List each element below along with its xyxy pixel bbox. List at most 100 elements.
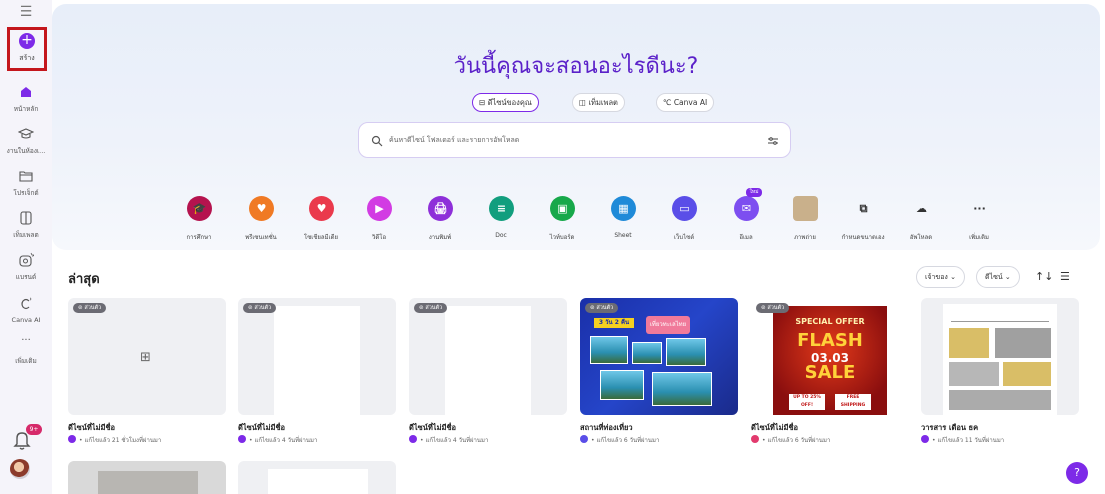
sidebar-item-templates[interactable]: เท็มเพลต xyxy=(0,210,52,250)
newsletter-header xyxy=(951,308,1049,322)
shortcut-glyph: ♥ xyxy=(316,202,327,215)
shortcut-glyph: ☁ xyxy=(916,202,927,215)
shortcut-item[interactable]: ▭ เว็บไซต์ xyxy=(654,196,714,246)
plus-icon[interactable]: + xyxy=(19,33,35,49)
design-thumbnail-partial[interactable] xyxy=(238,461,396,494)
shortcut-item[interactable]: ☁ อัพโหลด xyxy=(891,196,951,246)
shortcut-glyph xyxy=(793,196,818,221)
shortcut-glyph: ▦ xyxy=(618,202,629,215)
shortcut-icon: ▦ xyxy=(611,196,636,221)
shortcut-glyph: ··· xyxy=(973,202,986,215)
sidebar-item-label: เท็มเพลต xyxy=(13,231,39,239)
photo-placeholder xyxy=(632,342,662,364)
design-title[interactable]: ดีไซน์ที่ไม่มีชื่อ xyxy=(238,422,285,434)
shortcut-item[interactable]: ▶ วิดีโอ xyxy=(349,196,409,246)
edited-time: • แก้ไขแล้ว 6 วันที่ผ่านมา xyxy=(762,437,831,444)
sidebar-item-classwork[interactable]: งานในห้องเ... xyxy=(0,126,52,166)
design-thumbnail[interactable]: SPECIAL OFFER FLASH 03.03 SALE UP TO 25% OFF… xyxy=(751,298,909,415)
sidebar-item-more[interactable]: ··· เพิ่มเติม xyxy=(0,336,52,376)
notification-badge: 9+ xyxy=(26,424,42,435)
sidebar-item-label: Canva AI xyxy=(11,316,41,324)
shortcut-icon: ≡ xyxy=(489,196,514,221)
design-card[interactable]: ⊚ ส่วนตัว ดีไซน์ที่ไม่มีชื่อ • แก้ไขแล้ว 4… xyxy=(238,298,396,448)
design-thumbnail[interactable] xyxy=(921,298,1079,415)
thumbnail-text: เที่ยวทะเลไทย xyxy=(646,316,690,334)
shortcut-item[interactable]: ··· เพิ่มเติม xyxy=(949,196,1009,246)
help-button[interactable]: ? xyxy=(1066,462,1088,484)
shortcut-icon: ··· xyxy=(967,196,992,221)
graduation-cap-icon xyxy=(18,128,34,139)
design-type-icon xyxy=(68,435,76,443)
filter-icon[interactable] xyxy=(767,136,779,146)
design-card[interactable]: วารสาร เดือน ธค • แก้ไขแล้ว 11 วันที่ผ่าน… xyxy=(921,298,1079,448)
shortcut-item[interactable]: ▣ ไวท์บอร์ด xyxy=(532,196,592,246)
shortcut-item[interactable]: ▦ Sheet xyxy=(593,196,653,246)
newsletter-block xyxy=(949,328,989,358)
shortcut-glyph: ♥ xyxy=(256,202,267,215)
page-title: วันนี้คุณจะสอนอะไรดีนะ? xyxy=(453,54,699,79)
design-thumbnail[interactable]: ⊚ ส่วนตัว xyxy=(238,298,396,415)
design-title[interactable]: วารสาร เดือน ธค xyxy=(921,422,978,434)
shortcut-item[interactable]: ♥ พรีเซนเทชั่น xyxy=(231,196,291,246)
tab-your-designs[interactable]: ⊟ ดีไซน์ของคุณ xyxy=(472,93,539,112)
recent-heading: ล่าสุด xyxy=(68,272,100,287)
tab-label: ดีไซน์ของคุณ xyxy=(487,98,532,107)
shortcut-glyph: ▭ xyxy=(679,202,690,215)
design-meta: • แก้ไขแล้ว 21 ชั่วโมงที่ผ่านมา xyxy=(68,435,161,445)
avatar[interactable] xyxy=(10,459,30,479)
design-card[interactable]: 3 วัน 2 คืน เที่ยวทะเลไทย ⊚ ส่วนตัวสถานที่… xyxy=(580,298,738,448)
thumbnail-text: FREE SHIPPING xyxy=(835,394,871,410)
design-title[interactable]: ดีไซน์ที่ไม่มีชื่อ xyxy=(751,422,798,434)
shortcut-item[interactable]: ≡ Doc xyxy=(471,196,531,246)
design-thumbnail[interactable]: ⊚ ส่วนตัว xyxy=(409,298,567,415)
hamburger-menu-icon[interactable]: ☰ xyxy=(15,4,37,20)
design-title[interactable]: ดีไซน์ที่ไม่มีชื่อ xyxy=(68,422,115,434)
sidebar-item-canva-ai[interactable]: Canva AI xyxy=(0,296,52,336)
tab-templates[interactable]: ◫ เท็มเพลต xyxy=(572,93,625,112)
thumbnail-text: FLASH xyxy=(797,330,863,351)
shortcut-item[interactable]: ✉ ใหม่ อีเมล xyxy=(716,188,776,246)
blank-design-icon: ⊞ xyxy=(140,350,151,365)
photo-placeholder xyxy=(600,370,644,400)
shortcut-item[interactable]: ⧉ กำหนดขนาดเอง xyxy=(833,196,893,246)
photo-placeholder xyxy=(666,338,706,366)
photo-placeholder xyxy=(652,372,712,406)
shortcut-glyph: ✉ xyxy=(741,202,752,215)
design-title[interactable]: ดีไซน์ที่ไม่มีชื่อ xyxy=(409,422,456,434)
sidebar-item-projects[interactable]: โปรเจ็กต์ xyxy=(0,168,52,208)
tab-label: Canva AI xyxy=(673,98,708,107)
shortcut-item[interactable]: 🎓 การศึกษา xyxy=(169,196,229,246)
design-card[interactable]: ⊚ ส่วนตัว ดีไซน์ที่ไม่มีชื่อ • แก้ไขแล้ว 4… xyxy=(409,298,567,448)
design-title[interactable]: สถานที่ท่องเที่ยว xyxy=(580,422,633,434)
design-meta: • แก้ไขแล้ว 6 วันที่ผ่านมา xyxy=(751,435,830,445)
shortcut-icon: ▶ xyxy=(367,196,392,221)
sidebar-item-label: งานในห้องเ... xyxy=(6,147,46,155)
shortcut-item[interactable]: 🖨 งานพิมพ์ xyxy=(410,196,470,246)
shortcut-glyph: ⧉ xyxy=(859,202,868,215)
shortcut-glyph: 🎓 xyxy=(192,202,207,215)
design-card[interactable]: SPECIAL OFFER FLASH 03.03 SALE UP TO 25% OFF… xyxy=(751,298,909,448)
newsletter-block xyxy=(949,390,1051,410)
create-button-highlight[interactable]: + สร้าง xyxy=(7,27,47,71)
search-input[interactable]: ค้นหาดีไซน์ โฟลเดอร์ และรายการอัพโหลด xyxy=(358,122,791,158)
sidebar-item-label: แบรนด์ xyxy=(15,273,37,281)
shortcut-item[interactable]: ภาพถ่าย xyxy=(775,196,835,246)
type-filter-dropdown[interactable]: ดีไซน์ ⌄ xyxy=(976,266,1020,288)
shortcut-icon: ▭ xyxy=(672,196,697,221)
shortcut-item[interactable]: ♥ โซเชียลมีเดีย xyxy=(291,196,351,246)
list-view-icon[interactable]: ☰ xyxy=(1060,270,1070,283)
sidebar-item-brand[interactable]: แบรนด์ xyxy=(0,252,52,292)
sidebar-item-home[interactable]: หน้าหลัก xyxy=(0,84,52,124)
type-filter-label: ดีไซน์ xyxy=(985,273,1003,281)
design-type-icon xyxy=(238,435,246,443)
design-card[interactable]: ⊞ ⊚ ส่วนตัวดีไซน์ที่ไม่มีชื่อ • แก้ไขแล้ว … xyxy=(68,298,226,448)
design-thumbnail-partial[interactable] xyxy=(68,461,226,494)
design-thumbnail[interactable]: 3 วัน 2 คืน เที่ยวทะเลไทย ⊚ ส่วนตัว xyxy=(580,298,738,415)
design-thumbnail[interactable]: ⊞ ⊚ ส่วนตัว xyxy=(68,298,226,415)
owner-filter-dropdown[interactable]: เจ้าของ ⌄ xyxy=(916,266,965,288)
sort-icon[interactable]: ↑↓ xyxy=(1035,270,1053,283)
shortcut-icon: ▣ xyxy=(550,196,575,221)
more-icon: ··· xyxy=(21,335,31,346)
folder-icon xyxy=(19,171,33,182)
tab-canva-ai[interactable]: ℃ Canva AI xyxy=(656,93,715,112)
